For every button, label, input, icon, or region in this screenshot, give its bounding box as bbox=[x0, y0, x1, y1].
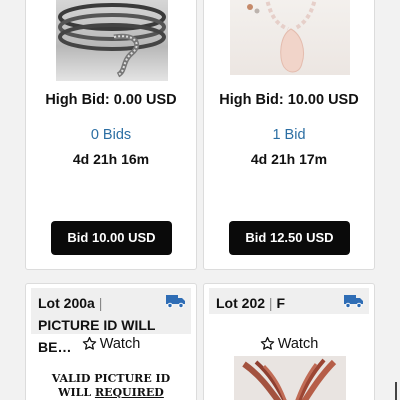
image-text-line: WILL REQUIRED bbox=[26, 386, 196, 400]
star-outline-icon bbox=[260, 336, 274, 350]
lot-separator: | bbox=[268, 295, 273, 311]
lot-card[interactable]: High Bid: 10.00 USD 1 Bid 4d 21h 17m Bid… bbox=[203, 0, 375, 270]
time-left: 4d 21h 17m bbox=[250, 151, 328, 167]
high-bid-text: High Bid: 0.00 USD bbox=[45, 92, 177, 108]
lot-header[interactable]: Lot 200a | PICTURE ID WILL BE… bbox=[31, 288, 191, 355]
star-outline-icon bbox=[82, 336, 96, 350]
image-text-will: WILL bbox=[58, 386, 95, 399]
truck-icon bbox=[166, 295, 185, 308]
time-left: 4d 21h 16m bbox=[72, 151, 150, 167]
lot-separator: | bbox=[98, 295, 103, 311]
lot-grid: High Bid: 0.00 USD 0 Bids 4d 21h 16m Bid… bbox=[0, 0, 400, 400]
lot-header[interactable]: Lot 202 | F bbox=[209, 288, 369, 314]
lot-card[interactable]: High Bid: 0.00 USD 0 Bids 4d 21h 16m Bid… bbox=[25, 0, 197, 270]
image-text-line: VALID PICTURE ID bbox=[51, 372, 171, 385]
watch-button[interactable]: Watch bbox=[26, 336, 196, 352]
lot-image-text[interactable]: VALID PICTURE ID WILL REQUIRED bbox=[26, 372, 196, 400]
watch-label: Watch bbox=[99, 336, 141, 352]
lot-card[interactable]: Lot 202 | F Watch bbox=[203, 283, 375, 400]
lot-number: Lot 200a bbox=[38, 295, 95, 311]
lot-card[interactable]: Lot 200a | PICTURE ID WILL BE… Watch VAL… bbox=[25, 283, 197, 400]
high-bid-text: High Bid: 10.00 USD bbox=[219, 92, 359, 108]
bid-count-link[interactable]: 1 Bid bbox=[204, 127, 374, 143]
image-text-required: REQUIRED bbox=[94, 386, 164, 399]
bid-count-link[interactable]: 0 Bids bbox=[26, 127, 196, 143]
lot-number: Lot 202 bbox=[216, 295, 266, 311]
scrollbar-edge[interactable] bbox=[395, 382, 397, 400]
lot-image[interactable] bbox=[234, 356, 346, 400]
truck-icon bbox=[344, 295, 363, 308]
lot-title[interactable]: Lot 202 | F bbox=[216, 292, 342, 314]
watch-label: Watch bbox=[277, 336, 319, 352]
bid-button[interactable]: Bid 12.50 USD bbox=[229, 221, 350, 255]
lot-image[interactable] bbox=[230, 0, 350, 75]
bid-button[interactable]: Bid 10.00 USD bbox=[51, 221, 172, 255]
lot-description: F bbox=[276, 295, 285, 311]
lot-image[interactable] bbox=[56, 0, 168, 81]
watch-button[interactable]: Watch bbox=[204, 336, 374, 352]
